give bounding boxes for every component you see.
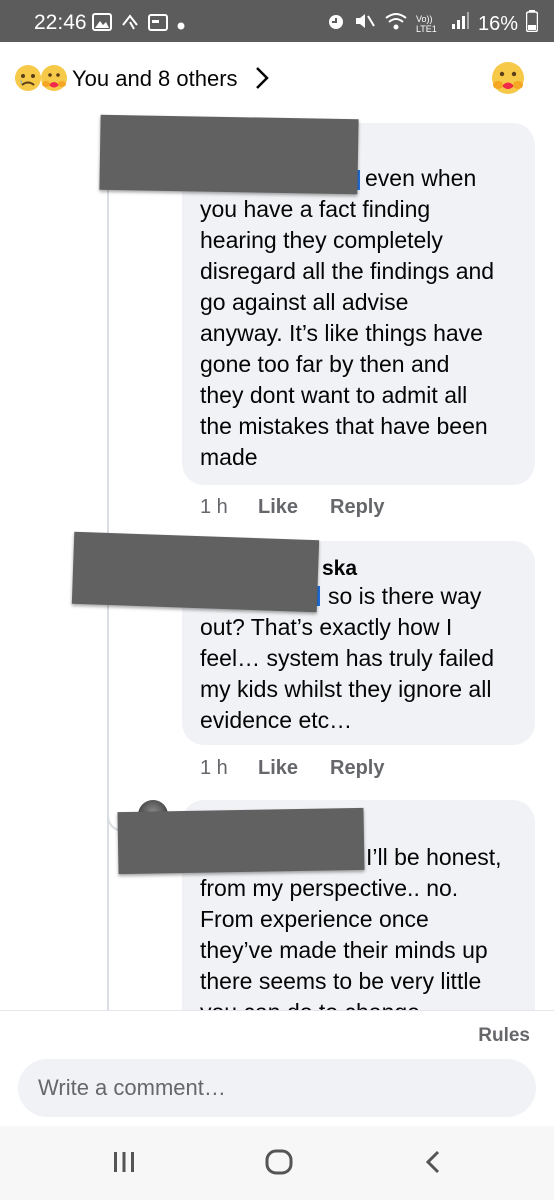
wifi-icon (384, 11, 408, 37)
commenter-name-fragment[interactable]: ska (322, 553, 357, 584)
like-button[interactable]: Like (258, 496, 330, 519)
comment-line: hearing they completely (200, 227, 443, 253)
thread-header: You and 8 others (0, 42, 554, 116)
comment-line: go against all advise (200, 289, 409, 315)
comment-line: disregard all the findings and (200, 258, 495, 284)
signal-icon (450, 11, 470, 37)
comment-line: made (200, 444, 258, 470)
comment-line: you have a fact finding (200, 196, 431, 222)
recent-apps-icon[interactable] (110, 1148, 138, 1181)
like-button[interactable]: Like (258, 757, 330, 780)
comment-line: from my perspective.. no. (200, 875, 459, 901)
comment-meta: 1 h Like Reply (200, 757, 384, 780)
comment-time: 1 h (200, 757, 228, 779)
comment-input[interactable]: Write a comment… (18, 1059, 536, 1117)
comment-line: out? That’s exactly how I (200, 614, 453, 640)
phone-missed-icon (120, 12, 140, 38)
redaction-block (71, 531, 320, 613)
comment-line: anyway. It’s like things have (200, 320, 483, 346)
sad-face-emoji-icon (14, 64, 42, 92)
notification-icons (92, 12, 186, 38)
redaction-block (117, 807, 365, 875)
redaction-block (99, 114, 359, 195)
thread-title[interactable]: You and 8 others (72, 66, 238, 92)
comment-line: my kids whilst they ignore all (200, 676, 492, 702)
comment-line: they dont want to admit all (200, 382, 468, 408)
system-icons: Vo)) LTE1 16% (326, 10, 539, 38)
reply-button[interactable]: Reply (330, 496, 384, 519)
image-icon (92, 13, 112, 37)
status-bar: 22:46 Vo)) LTE1 16% (0, 0, 554, 42)
battery-icon (525, 10, 539, 38)
dot-icon (176, 14, 186, 37)
compose-area: Rules Write a comment… (0, 1010, 554, 1127)
back-icon[interactable] (420, 1148, 448, 1181)
comment-line: the mistakes that have been (200, 413, 488, 439)
home-icon[interactable] (264, 1148, 294, 1181)
comment-time: 1 h (200, 496, 228, 518)
reply-button[interactable]: Reply (330, 757, 384, 780)
comment-line: they’ve made their minds up (200, 937, 488, 963)
comment-meta: 1 h Like Reply (200, 496, 384, 519)
rules-link[interactable]: Rules (478, 1025, 530, 1047)
comment-line: From experience once (200, 906, 429, 932)
calendar-icon (148, 13, 168, 37)
comment-line: gone too far by then and (200, 351, 450, 377)
care-reaction-button-icon[interactable] (490, 60, 526, 101)
battery-percent: 16% (477, 12, 518, 35)
volte-icon: Vo)) LTE1 (415, 14, 437, 34)
comment-line: feel… system has truly failed (200, 645, 495, 671)
status-time: 22:46 (34, 11, 87, 34)
mute-icon (354, 11, 376, 37)
chevron-right-icon[interactable] (252, 64, 272, 97)
comment-line: there seems to be very little (200, 968, 482, 994)
system-navigation-bar (0, 1126, 554, 1200)
alarm-icon (326, 11, 346, 37)
care-reaction-icon (40, 64, 68, 92)
comment-line: evidence etc… (200, 707, 353, 733)
